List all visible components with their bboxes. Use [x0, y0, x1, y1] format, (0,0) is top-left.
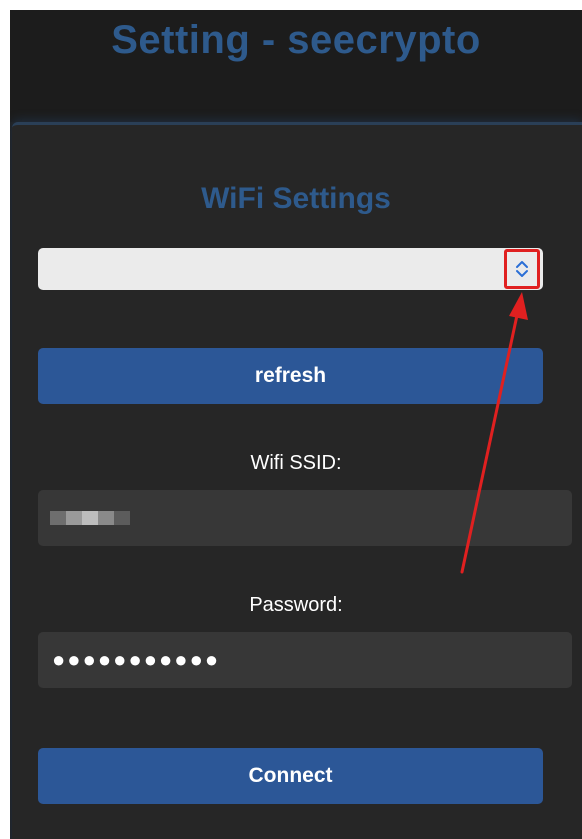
page-title: Setting - seecrypto	[111, 18, 481, 62]
password-label: Password:	[249, 594, 343, 616]
connect-button[interactable]: Connect	[38, 748, 543, 804]
ssid-field[interactable]	[38, 490, 572, 546]
chevron-up-down-icon	[516, 261, 528, 277]
refresh-button[interactable]: refresh	[38, 348, 543, 404]
wifi-settings-card	[12, 122, 582, 839]
section-title: WiFi Settings	[201, 182, 391, 215]
ssid-redacted-value	[50, 511, 130, 525]
network-select[interactable]	[38, 248, 543, 290]
ssid-label: Wifi SSID:	[250, 452, 342, 474]
header: Setting - seecrypto	[10, 10, 582, 122]
password-field[interactable]: ●●●●●●●●●●●	[38, 632, 572, 688]
settings-screen: Setting - seecrypto WiFi Settings refres…	[10, 10, 582, 839]
network-select-toggle[interactable]	[504, 249, 540, 289]
